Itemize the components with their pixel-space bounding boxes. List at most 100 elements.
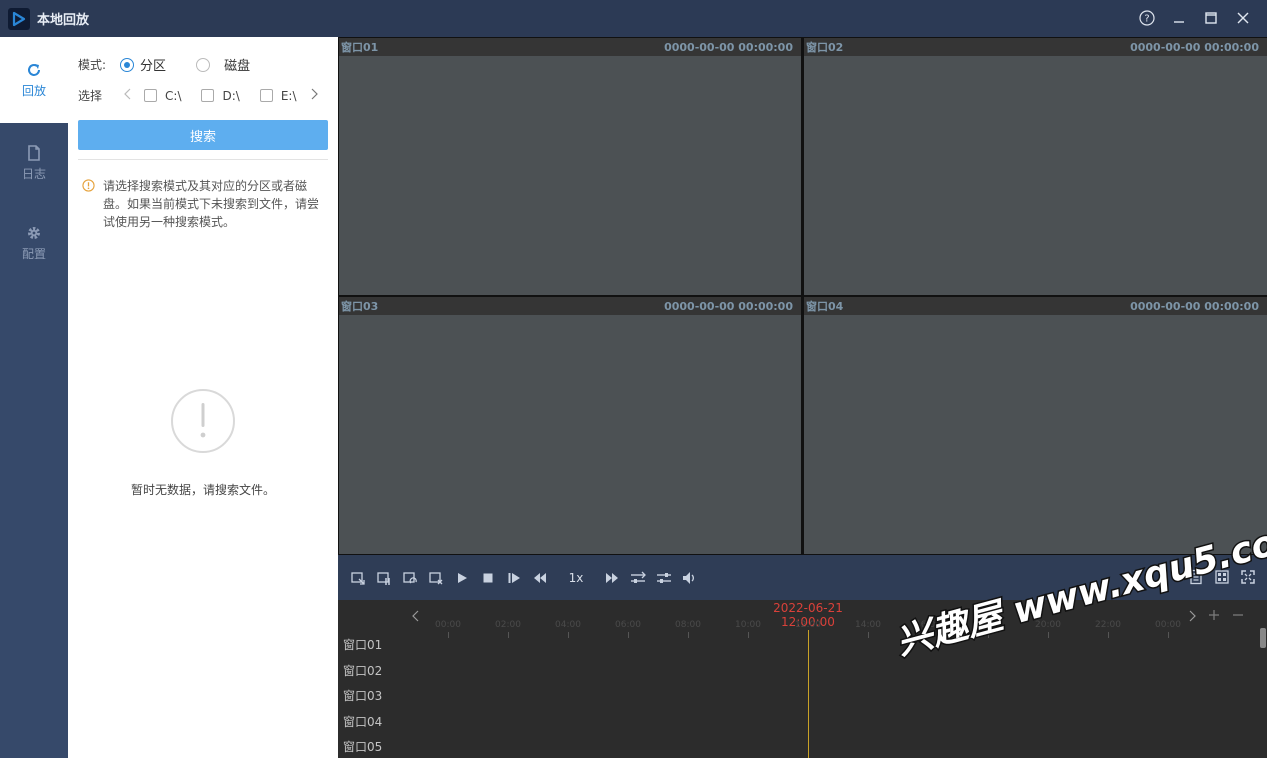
- pause-all-icon[interactable]: [371, 565, 397, 591]
- close-icon[interactable]: [1231, 6, 1255, 30]
- video-window-header: 窗口04 0000-00-00 00:00:00: [804, 297, 1267, 315]
- video-window-1[interactable]: 窗口01 0000-00-00 00:00:00: [339, 38, 801, 295]
- search-panel: 模式: 分区 磁盘 选择 C:\ D:\ E:\ 搜索 请选择搜索模式及其对应的…: [68, 37, 338, 758]
- tick-label: 00:00: [435, 620, 461, 630]
- window-time: 0000-00-00 00:00:00: [664, 40, 793, 54]
- step-forward-icon[interactable]: [501, 565, 527, 591]
- timeline-row-4[interactable]: 窗口04: [343, 713, 382, 730]
- tick-mark: [748, 632, 749, 638]
- nav-item-config[interactable]: 配置: [0, 203, 68, 283]
- speed-up-icon[interactable]: [599, 565, 625, 591]
- tick-mark: [628, 632, 629, 638]
- tick-mark: [508, 632, 509, 638]
- mode-option-label: 分区: [140, 59, 167, 74]
- drive-label: D:\: [222, 88, 240, 103]
- window-time: 0000-00-00 00:00:00: [1130, 299, 1259, 313]
- tick-label: 14:00: [855, 620, 881, 630]
- title-bar: 本地回放 ?: [0, 0, 1267, 37]
- play-icon[interactable]: [449, 565, 475, 591]
- timeline-row-1[interactable]: 窗口01: [343, 636, 382, 653]
- video-window-3[interactable]: 窗口03 0000-00-00 00:00:00: [339, 297, 801, 554]
- tick-label: 10:00: [735, 620, 761, 630]
- tick-label: 04:00: [555, 620, 581, 630]
- chevron-right-icon[interactable]: [310, 88, 319, 103]
- timeline-row-3[interactable]: 窗口03: [343, 687, 382, 704]
- timeline-cursor[interactable]: [808, 630, 809, 758]
- window-title: 本地回放: [37, 13, 90, 28]
- window-time: 0000-00-00 00:00:00: [664, 299, 793, 313]
- select-row: 选择 C:\ D:\ E:\: [78, 87, 319, 104]
- window-name: 窗口01: [341, 41, 379, 54]
- mode-radio-disk[interactable]: 磁盘: [196, 55, 250, 74]
- document-icon: [28, 144, 40, 161]
- app-logo-icon: [8, 7, 30, 30]
- clip-icon[interactable]: [625, 565, 651, 591]
- tick-mark: [568, 632, 569, 638]
- help-icon[interactable]: ?: [1135, 6, 1159, 30]
- tip-text: 请选择搜索模式及其对应的分区或者磁盘。如果当前模式下未搜索到文件，请尝试使用另一…: [103, 179, 320, 229]
- divider: [78, 159, 328, 160]
- tick-mark: [688, 632, 689, 638]
- stop-icon[interactable]: [475, 565, 501, 591]
- chevron-left-icon[interactable]: [124, 88, 132, 103]
- close-window-icon[interactable]: [423, 565, 449, 591]
- volume-icon[interactable]: [677, 565, 703, 591]
- radio-unchecked: [196, 57, 211, 72]
- empty-state-text: 暂时无数据，请搜索文件。: [130, 483, 275, 497]
- timeline-prev-icon[interactable]: [412, 610, 420, 625]
- tick-mark: [448, 632, 449, 638]
- video-window-header: 窗口03 0000-00-00 00:00:00: [339, 297, 801, 315]
- nav-item-log[interactable]: 日志: [0, 123, 68, 203]
- checkbox: [201, 89, 215, 102]
- window-time: 0000-00-00 00:00:00: [1130, 40, 1259, 54]
- sync-window-icon[interactable]: [397, 565, 423, 591]
- checkbox: [144, 89, 158, 102]
- nav-label: 配置: [21, 246, 46, 261]
- search-tip: 请选择搜索模式及其对应的分区或者磁盘。如果当前模式下未搜索到文件，请尝试使用另一…: [82, 177, 326, 231]
- video-window-4[interactable]: 窗口04 0000-00-00 00:00:00: [804, 297, 1267, 554]
- video-window-header: 窗口01 0000-00-00 00:00:00: [339, 38, 801, 56]
- mode-label: 模式:: [78, 58, 107, 72]
- nav-label: 回放: [21, 83, 46, 98]
- svg-text:?: ?: [1144, 14, 1149, 25]
- video-grid: 窗口01 0000-00-00 00:00:00 窗口02 0000-00-00…: [338, 37, 1267, 555]
- gear-icon: [28, 226, 40, 239]
- window-name: 窗口02: [806, 41, 844, 54]
- checkbox: [259, 89, 273, 102]
- app-window: 本地回放 ? 回放 日志 配置 模式: 分区 磁盘 选择 C:\ D:\ E:\…: [0, 0, 1267, 758]
- select-label: 选择: [78, 89, 103, 103]
- drive-label: E:\: [280, 88, 297, 103]
- tick-mark: [868, 632, 869, 638]
- drive-label: C:\: [165, 88, 182, 103]
- drive-checkbox-c[interactable]: C:\: [144, 89, 181, 103]
- tick-label: 06:00: [615, 620, 641, 630]
- tick-label: 08:00: [675, 620, 701, 630]
- slow-down-icon[interactable]: [527, 565, 553, 591]
- maximize-icon[interactable]: [1199, 6, 1223, 30]
- tick-label: 02:00: [495, 620, 521, 630]
- video-window-2[interactable]: 窗口02 0000-00-00 00:00:00: [804, 38, 1267, 295]
- radio-checked: [120, 57, 135, 72]
- search-button[interactable]: 搜索: [78, 120, 328, 150]
- timeline-row-2[interactable]: 窗口02: [343, 662, 382, 679]
- adjust-icon[interactable]: [651, 565, 677, 591]
- window-name: 窗口04: [806, 300, 844, 313]
- nav-label: 日志: [21, 166, 46, 181]
- tick-label: 12:00: [795, 620, 821, 630]
- drive-checkbox-e[interactable]: E:\: [259, 88, 297, 103]
- info-icon: [82, 179, 95, 192]
- window-name: 窗口03: [341, 300, 379, 313]
- mode-radio-partition[interactable]: 分区: [120, 55, 166, 74]
- open-window-icon[interactable]: [345, 565, 371, 591]
- video-window-header: 窗口02 0000-00-00 00:00:00: [804, 38, 1267, 56]
- nav-item-playback[interactable]: 回放: [0, 37, 68, 123]
- mode-option-label: 磁盘: [224, 59, 251, 74]
- side-nav: 回放 日志 配置: [0, 37, 68, 758]
- mode-row: 模式: 分区 磁盘: [78, 55, 250, 74]
- minimize-icon[interactable]: [1167, 6, 1191, 30]
- playback-speed[interactable]: 1x: [553, 571, 599, 585]
- exclamation-icon: [171, 389, 235, 453]
- timeline-row-5[interactable]: 窗口05: [343, 738, 382, 755]
- refresh-icon: [28, 63, 40, 76]
- drive-checkbox-d[interactable]: D:\: [201, 88, 240, 103]
